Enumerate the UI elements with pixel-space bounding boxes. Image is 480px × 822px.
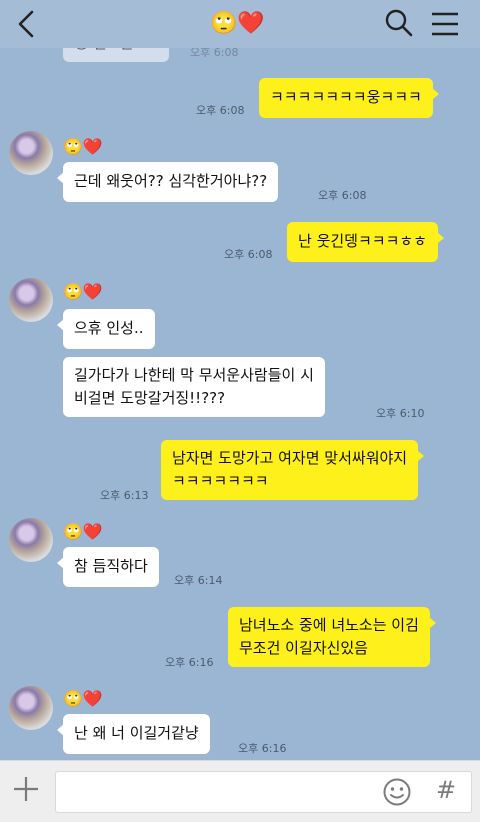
plus-icon[interactable] (12, 775, 40, 803)
search-icon[interactable] (384, 8, 414, 38)
avatar[interactable] (9, 131, 53, 175)
message-bubble-received[interactable]: 난 왜 너 이길거같냥 (57, 714, 210, 754)
chat-title: 🙄❤️ (210, 11, 265, 36)
message-text: 난 왜 너 이길거같냥 (74, 724, 199, 742)
message-input-bar: # (0, 760, 480, 822)
message-text-line: 남자면 도망가고 여자면 맞서싸워야지 (172, 449, 408, 467)
message-time: 오후 6:16 (165, 656, 214, 669)
message-text-line: ㅋㅋㅋㅋㅋㅋㅋ (172, 472, 269, 490)
avatar[interactable] (9, 278, 53, 322)
smiley-icon[interactable] (382, 777, 412, 807)
message-time: 오후 6:14 (174, 574, 223, 587)
menu-icon[interactable] (430, 10, 460, 38)
sender-name: 🙄❤️ (63, 282, 103, 301)
message-bubble-sent[interactable]: 난 웃긴뎅ㅋㅋㅋㅎㅎ (287, 222, 444, 262)
message-text-line: 남녀노소 중에 녀노소는 이김 (239, 616, 419, 634)
message-text-line: 무조건 이길자신있음 (239, 639, 368, 657)
message-bubble-received[interactable]: 근데 왜웃어?? 심각한거아냐?? (56, 162, 279, 202)
chat-header: 🙄❤️ (0, 0, 480, 48)
avatar[interactable] (9, 686, 53, 730)
message-bubble-sent[interactable]: ㅋㅋㅋㅋㅋㅋㅋ웅ㅋㅋㅋ (259, 78, 439, 118)
message-text: 난 웃긴뎅ㅋㅋㅋㅎㅎ (298, 232, 427, 250)
message-bubble-received[interactable]: 길가다가 나한테 막 무서운사람들이 시 비걸면 도망갈거징!!??? (63, 357, 325, 417)
back-arrow-icon[interactable] (10, 4, 46, 44)
hash-icon[interactable]: # (436, 775, 456, 805)
avatar[interactable] (9, 518, 53, 562)
message-list[interactable]: 형 헨드폰??? 오후 6:08 오후 6:08 ㅋㅋㅋㅋㅋㅋㅋ웅ㅋㅋㅋ 🙄❤️… (0, 0, 480, 760)
message-text: 근데 왜웃어?? 심각한거아냐?? (74, 172, 268, 190)
message-time: 오후 6:08 (224, 248, 273, 261)
message-time: 오후 6:10 (376, 407, 425, 420)
message-text: 참 듬직하다 (74, 557, 148, 575)
sender-name: 🙄❤️ (63, 137, 103, 156)
sender-name: 🙄❤️ (63, 689, 103, 708)
message-time: 오후 6:08 (196, 104, 245, 117)
message-time: 오후 6:13 (100, 489, 149, 502)
message-text: ㅋㅋㅋㅋㅋㅋㅋ웅ㅋㅋㅋ (270, 88, 422, 106)
message-text: 으휴 인성.. (74, 319, 144, 337)
message-text-line: 길가다가 나한테 막 무서운사람들이 시 (74, 366, 314, 384)
sender-name: 🙄❤️ (63, 522, 103, 541)
message-bubble-sent[interactable]: 남녀노소 중에 녀노소는 이김 무조건 이길자신있음 (228, 607, 436, 667)
message-text-line: 비걸면 도망갈거징!!??? (74, 389, 226, 407)
message-time: 오후 6:08 (318, 189, 367, 202)
message-bubble-received[interactable]: 으휴 인성.. (57, 309, 155, 349)
message-bubble-received[interactable]: 참 듬직하다 (57, 547, 159, 587)
message-time: 오후 6:16 (238, 742, 287, 755)
message-bubble-sent[interactable]: 남자면 도망가고 여자면 맞서싸워야지 ㅋㅋㅋㅋㅋㅋㅋ (161, 440, 425, 500)
